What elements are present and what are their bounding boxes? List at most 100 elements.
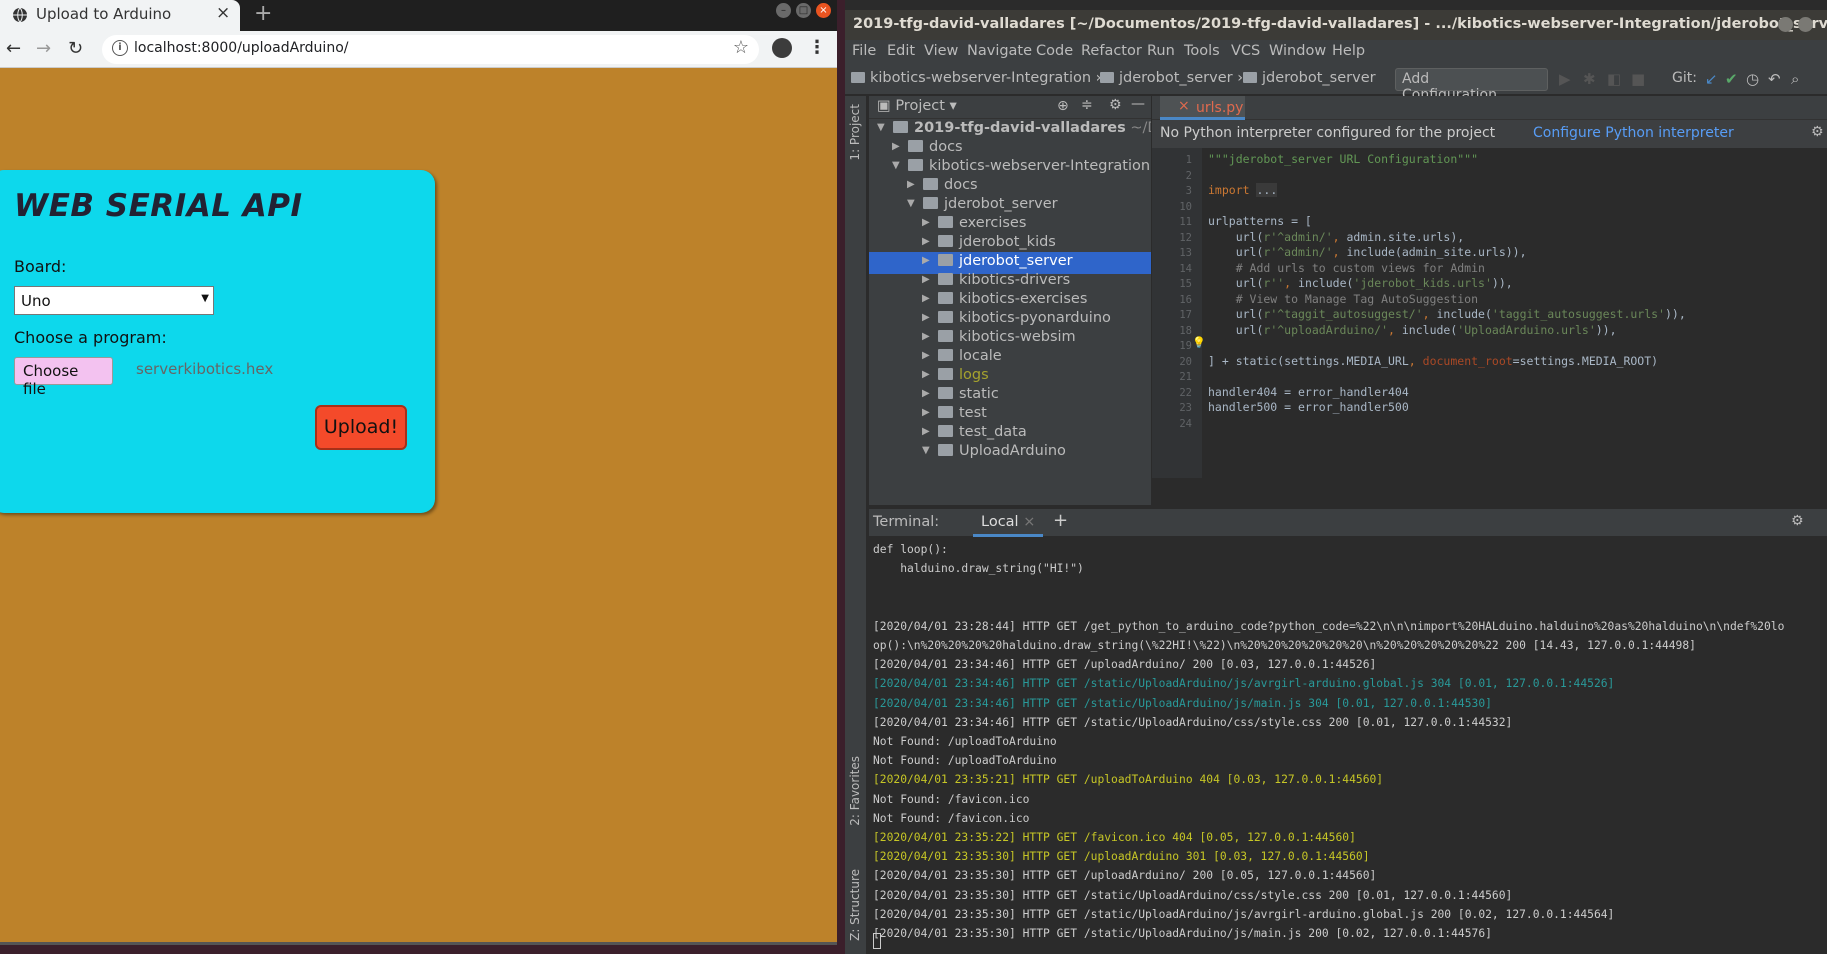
tree-item-path: ~/Documer — [1130, 120, 1151, 136]
collapse-arrow-icon[interactable]: ▶ — [922, 236, 930, 247]
collapse-arrow-icon[interactable]: ▶ — [922, 312, 930, 323]
coverage-icon[interactable]: ◧ — [1607, 70, 1621, 88]
search-icon[interactable]: ⌕ — [1791, 70, 1799, 88]
collapse-arrow-icon[interactable]: ▶ — [922, 217, 930, 228]
collapse-arrow-icon[interactable]: ▶ — [922, 331, 930, 342]
terminal-output[interactable]: def loop(): halduino.draw_string("HI!") [… — [869, 537, 1827, 954]
new-terminal-button[interactable]: + — [1053, 510, 1068, 531]
line-number: 23 — [1179, 402, 1192, 414]
terminal-line: Not Found: /uploadToArduino — [873, 735, 1057, 748]
line-number: 17 — [1179, 309, 1192, 321]
upload-button[interactable]: Upload! — [315, 405, 407, 450]
folder-icon — [923, 178, 938, 190]
menu-help[interactable]: Help — [1332, 43, 1365, 59]
close-window-button[interactable]: × — [816, 3, 831, 18]
configure-interpreter-link[interactable]: Configure Python interpreter — [1533, 125, 1734, 141]
browser-menu-icon[interactable]: ⋮ — [808, 37, 826, 58]
gear-icon[interactable]: ⚙ — [1109, 97, 1122, 113]
ide-minimize-button[interactable] — [1778, 17, 1793, 32]
history-icon[interactable]: ◷ — [1746, 70, 1759, 88]
hide-panel-icon[interactable]: — — [1131, 96, 1145, 112]
choose-file-button[interactable]: Choose file — [14, 357, 113, 398]
rollback-icon[interactable]: ↶ — [1768, 70, 1781, 88]
intention-bulb-icon[interactable]: 💡 — [1192, 336, 1206, 349]
menu-tools[interactable]: Tools — [1184, 43, 1220, 59]
menu-code[interactable]: Code — [1036, 43, 1073, 59]
bookmark-star-icon[interactable]: ☆ — [733, 37, 749, 58]
ide-menu-bar: File Edit View Navigate Code Refactor Ru… — [845, 40, 1827, 65]
expand-arrow-icon[interactable]: ▼ — [922, 445, 930, 456]
favorites-tool-tab[interactable]: 2: Favorites — [848, 756, 862, 826]
collapse-arrow-icon[interactable]: ▶ — [922, 255, 930, 266]
editor-tab-bar: urls.py × — [1152, 96, 1827, 120]
forward-arrow-icon[interactable]: → — [36, 38, 51, 59]
collapse-arrow-icon[interactable]: ▶ — [922, 369, 930, 380]
browser-tab[interactable]: Upload to Arduino × — [0, 0, 240, 31]
menu-vcs[interactable]: VCS — [1231, 43, 1260, 59]
project-panel-title[interactable]: ▣ Project ▾ — [877, 98, 957, 114]
menu-edit[interactable]: Edit — [887, 43, 915, 59]
locate-icon[interactable]: ⊕ — [1057, 98, 1069, 114]
run-icon[interactable]: ▶ — [1559, 70, 1571, 88]
collapse-arrow-icon[interactable]: ▶ — [922, 388, 930, 399]
add-configuration-button[interactable]: Add Configuration... — [1395, 68, 1548, 103]
collapse-arrow-icon[interactable]: ▶ — [892, 141, 900, 152]
gear-icon[interactable]: ⚙ — [1791, 513, 1804, 529]
info-icon[interactable]: i — [112, 40, 128, 56]
terminal-line: [2020/04/01 23:35:30] HTTP GET /static/U… — [873, 927, 1492, 940]
expand-arrow-icon[interactable]: ▼ — [892, 160, 900, 171]
collapse-arrow-icon[interactable]: ▶ — [922, 350, 930, 361]
url-text[interactable]: localhost:8000/uploadArduino/ — [134, 40, 348, 56]
ide-maximize-button[interactable] — [1798, 17, 1813, 32]
collapse-arrow-icon[interactable]: ▶ — [907, 179, 915, 190]
menu-navigate[interactable]: Navigate — [967, 43, 1032, 59]
menu-run[interactable]: Run — [1147, 43, 1175, 59]
folder-icon — [908, 140, 923, 152]
menu-view[interactable]: View — [924, 43, 958, 59]
terminal-tab-local[interactable]: Local × — [981, 514, 1035, 530]
reload-icon[interactable]: ↻ — [68, 38, 83, 59]
expand-arrow-icon[interactable]: ▼ — [907, 198, 915, 209]
back-arrow-icon[interactable]: ← — [6, 38, 21, 59]
git-commit-icon[interactable]: ✔ — [1725, 70, 1738, 88]
collapse-arrow-icon[interactable]: ▶ — [922, 407, 930, 418]
breadcrumb-item[interactable]: jderobot_server — [1243, 70, 1376, 86]
menu-refactor[interactable]: Refactor — [1081, 43, 1142, 59]
collapse-arrow-icon[interactable]: ▶ — [922, 293, 930, 304]
stop-icon[interactable]: ■ — [1631, 70, 1645, 88]
structure-tool-tab[interactable]: Z: Structure — [848, 869, 862, 941]
folder-icon — [938, 235, 953, 247]
gear-icon[interactable]: ⚙ — [1811, 124, 1824, 140]
collapse-arrow-icon[interactable]: ▶ — [922, 426, 930, 437]
line-number: 15 — [1179, 278, 1192, 290]
tool-window-strip: 1: Project 2: Favorites Z: Structure — [845, 96, 867, 954]
git-update-icon[interactable]: ↙ — [1705, 70, 1718, 88]
menu-window[interactable]: Window — [1269, 43, 1326, 59]
tab-close-icon[interactable]: × — [216, 3, 230, 23]
tree-item[interactable]: ▼ UploadArduino — [869, 442, 1151, 464]
line-number-gutter: 1 2 3 10 11 12 13 14 15 16 17 18 19 20 21 22 23 24 — [1152, 148, 1202, 478]
project-tool-tab[interactable]: 1: Project — [848, 104, 862, 161]
tree-item-label: jderobot_kids — [959, 234, 1056, 250]
line-number: 14 — [1179, 262, 1192, 275]
breadcrumb-item[interactable]: kibotics-webserver-Integration › — [851, 70, 1101, 86]
board-select[interactable]: Uno ▼ — [14, 286, 214, 315]
minimize-button[interactable]: – — [776, 3, 791, 18]
maximize-button[interactable]: □ — [796, 3, 811, 18]
code-line: url(r'^taggit_autosuggest/', include('ta… — [1208, 307, 1686, 321]
tree-item-label: test — [959, 405, 987, 421]
editor-tab[interactable]: urls.py × — [1160, 96, 1245, 120]
expand-arrow-icon[interactable]: ▼ — [877, 122, 885, 133]
account-icon[interactable] — [772, 38, 792, 58]
new-tab-button[interactable]: + — [254, 1, 272, 26]
globe-icon — [13, 7, 27, 23]
ide-title-bar: 2019-tfg-david-valladares [~/Documentos/… — [845, 10, 1827, 40]
collapse-arrow-icon[interactable]: ▶ — [922, 274, 930, 285]
debug-icon[interactable]: ✱ — [1583, 70, 1596, 88]
code-editor[interactable]: """jderobot_server URL Configuration""" i… — [1192, 148, 1827, 478]
menu-file[interactable]: File — [852, 43, 876, 59]
breadcrumb-item[interactable]: jderobot_server › — [1100, 70, 1243, 86]
ide-window: 2019-tfg-david-valladares [~/Documentos/… — [845, 0, 1827, 954]
collapse-all-icon[interactable]: ≑ — [1081, 97, 1093, 113]
address-bar[interactable]: i localhost:8000/uploadArduino/ ☆ — [102, 35, 759, 64]
